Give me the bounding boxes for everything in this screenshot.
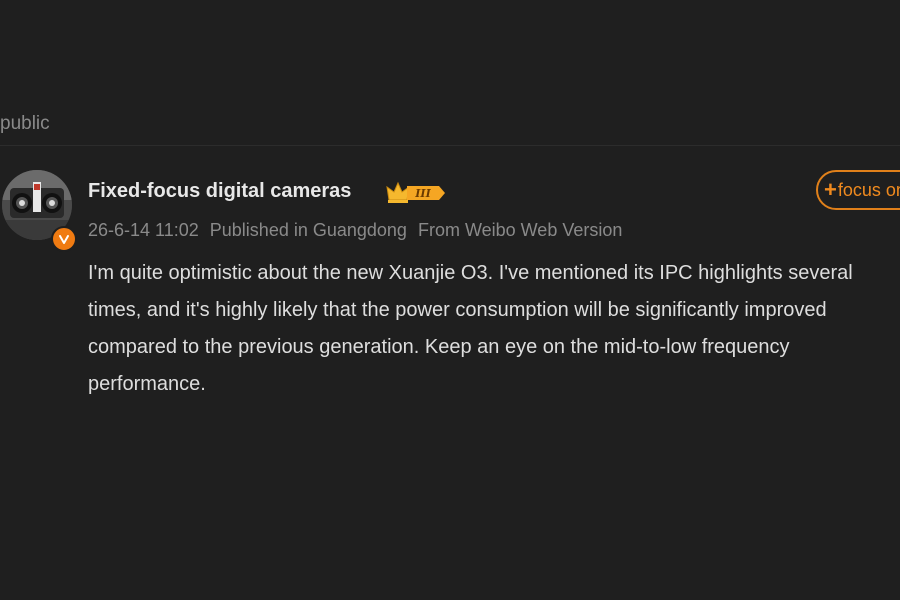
post-time[interactable]: 26-6-14 11:02 [88,220,199,240]
follow-label: focus on [837,179,900,200]
author-name[interactable]: Fixed-focus digital cameras [88,180,351,203]
post-source: From Weibo Web Version [417,220,623,240]
vip-level-badge[interactable]: III [385,180,447,206]
follow-button[interactable]: + focus on [816,170,900,210]
crown-icon: III [386,181,445,203]
post-meta: 26-6-14 11:02 Published in Guangdong Fro… [88,220,628,241]
post-text: I'm quite optimistic about the new Xuanj… [88,262,853,395]
divider [0,145,900,146]
verified-badge-icon [51,226,77,252]
level-badge-text: III [414,187,431,200]
plus-icon: + [824,177,837,202]
post-location: Published in Guangdong [209,220,407,240]
visibility-label: public [0,113,50,134]
